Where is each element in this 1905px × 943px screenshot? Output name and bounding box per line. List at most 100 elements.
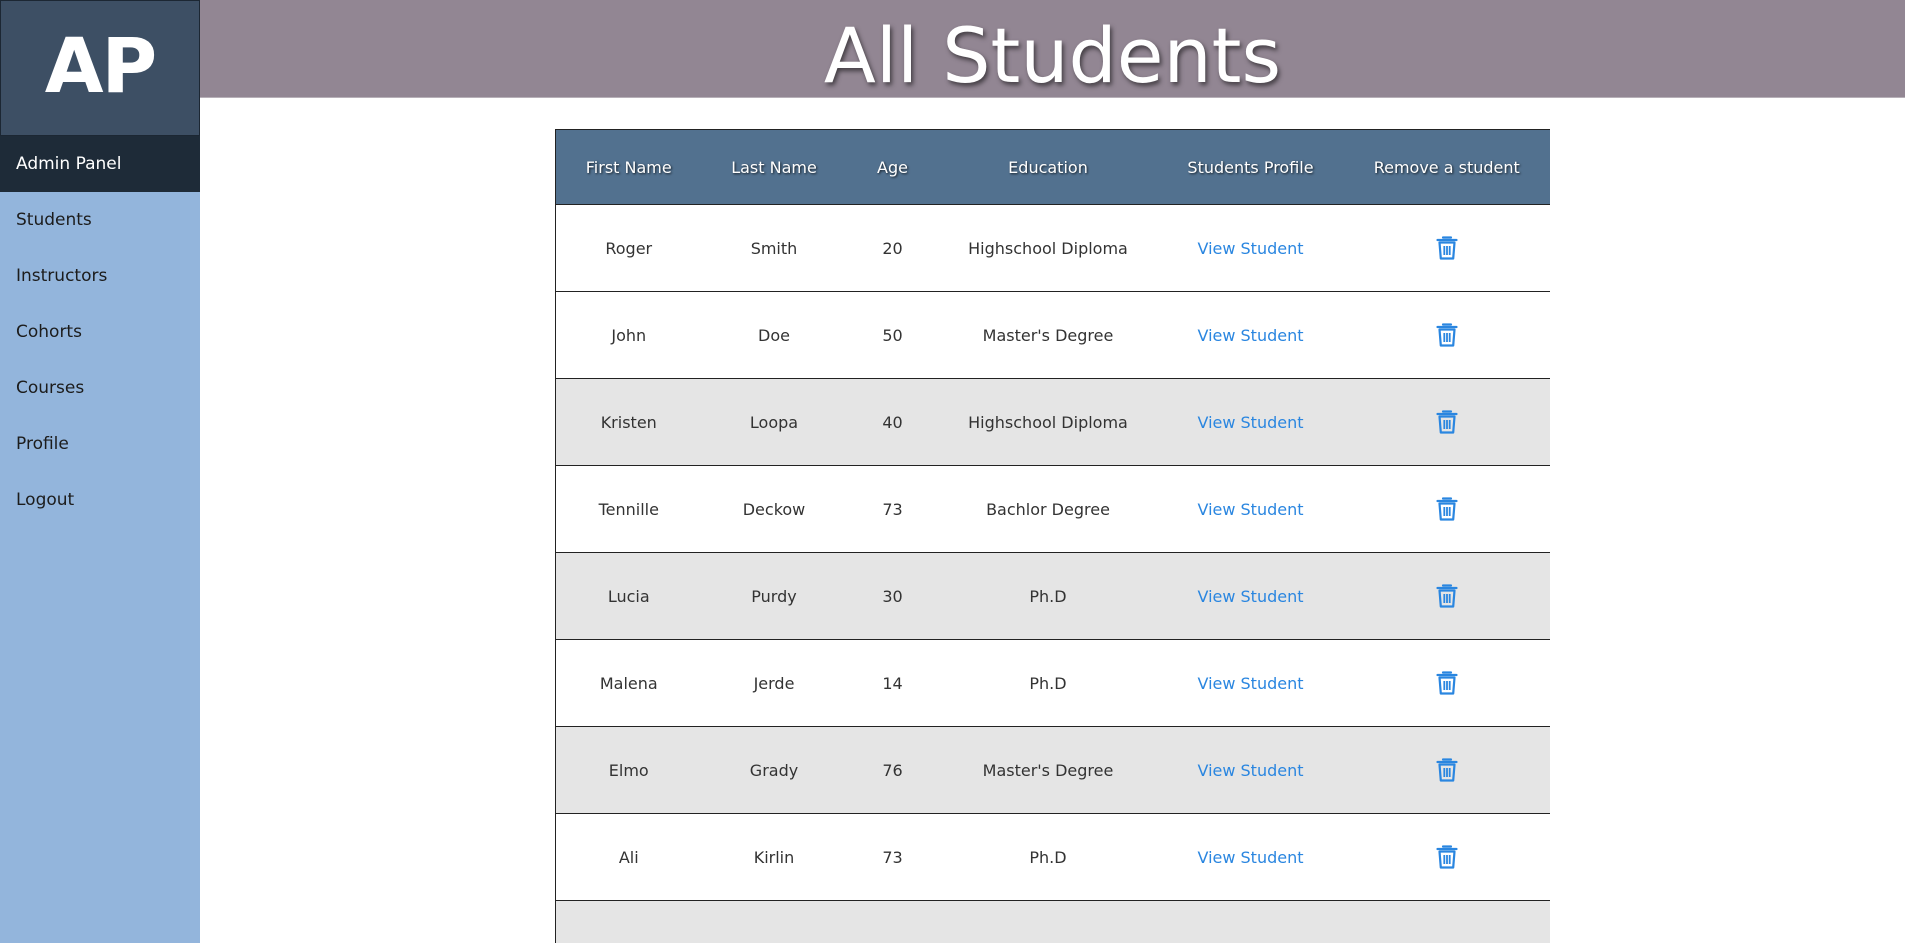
cell-first-name: Elmo: [608, 760, 649, 780]
cell-profile: View Student: [1158, 379, 1344, 466]
cell-remove: [1344, 814, 1551, 901]
table-row: Lucia Purdy 30 Ph.D View Student: [555, 552, 1551, 640]
cell-last-name: Doe: [758, 325, 790, 345]
sidebar-item-logout[interactable]: Logout: [0, 472, 200, 528]
view-student-link[interactable]: View Student: [1197, 239, 1303, 258]
cell-remove: [1344, 466, 1551, 553]
cell-education: Bachlor Degree: [986, 499, 1110, 519]
cell-profile: View Student: [1158, 640, 1344, 727]
sidebar-item-label: Logout: [16, 490, 75, 510]
cell-first-name: Ali: [618, 847, 639, 867]
cell-education: Ph.D: [1029, 586, 1067, 606]
sidebar-item-courses[interactable]: Courses: [0, 360, 200, 416]
sidebar-item-label: Instructors: [16, 266, 108, 286]
column-header-age: Age: [846, 129, 939, 205]
cell-first-name: Tennille: [598, 499, 659, 519]
cell-profile: View Student: [1158, 814, 1344, 901]
sidebar-item-cohorts[interactable]: Cohorts: [0, 304, 200, 360]
view-student-link[interactable]: View Student: [1197, 848, 1303, 867]
view-student-link[interactable]: View Student: [1197, 761, 1303, 780]
column-header-remove-student: Remove a student: [1343, 129, 1550, 205]
page-header: All Students: [200, 0, 1905, 100]
cell-remove: [1344, 205, 1551, 292]
sidebar-item-label: Students: [16, 210, 92, 230]
view-student-link[interactable]: View Student: [1197, 326, 1303, 345]
column-header-first-name: First Name: [555, 129, 702, 205]
table-row: [555, 900, 1551, 943]
cell-profile: View Student: [1158, 205, 1344, 292]
cell-age: 73: [882, 847, 903, 867]
sidebar-item-profile[interactable]: Profile: [0, 416, 200, 472]
trash-icon[interactable]: [1436, 670, 1458, 696]
cell-remove: [1344, 553, 1551, 640]
view-student-link[interactable]: View Student: [1197, 674, 1303, 693]
table-row: Elmo Grady 76 Master's Degree View Student: [555, 726, 1551, 814]
cell-age: 30: [882, 586, 903, 606]
column-header-students-profile: Students Profile: [1157, 129, 1344, 205]
cell-age: 20: [882, 238, 903, 258]
trash-icon[interactable]: [1436, 409, 1458, 435]
trash-icon[interactable]: [1436, 757, 1458, 783]
cell-last-name: Grady: [749, 760, 799, 780]
trash-icon[interactable]: [1436, 583, 1458, 609]
cell-remove: [1344, 727, 1551, 814]
view-student-link[interactable]: View Student: [1197, 413, 1303, 432]
students-table: First Name Last Name Age Education Stude…: [555, 129, 1550, 943]
table-row-partial: [556, 901, 1551, 943]
table-header-row: First Name Last Name Age Education Stude…: [555, 129, 1550, 205]
trash-icon[interactable]: [1436, 496, 1458, 522]
cell-profile: View Student: [1158, 727, 1344, 814]
cell-remove: [1344, 640, 1551, 727]
trash-icon[interactable]: [1436, 322, 1458, 348]
cell-last-name: Smith: [750, 238, 798, 258]
trash-icon[interactable]: [1436, 235, 1458, 261]
cell-age: 14: [882, 673, 903, 693]
page-title: All Students: [823, 11, 1282, 100]
cell-last-name: Loopa: [749, 412, 799, 432]
cell-last-name: Jerde: [753, 673, 795, 693]
cell-remove: [1344, 292, 1551, 379]
cell-first-name: Roger: [605, 238, 653, 258]
sidebar-nav: Admin Panel Students Instructors Cohorts…: [0, 136, 200, 528]
cell-first-name: Kristen: [600, 412, 657, 432]
cell-last-name: Kirlin: [753, 847, 795, 867]
sidebar-item-students[interactable]: Students: [0, 192, 200, 248]
sidebar-item-label: Profile: [16, 434, 69, 454]
cell-age: 50: [882, 325, 903, 345]
cell-profile: View Student: [1158, 553, 1344, 640]
table-row: Tennille Deckow 73 Bachlor Degree View Stude…: [555, 466, 1551, 553]
table-header: First Name Last Name Age Education Stude…: [555, 129, 1550, 205]
column-header-education: Education: [938, 129, 1158, 205]
table-row: Malena Jerde 14 Ph.D View Student: [555, 640, 1551, 727]
cell-last-name: Deckow: [742, 499, 806, 519]
cell-education: Highschool Diploma: [968, 238, 1128, 258]
table-row: John Doe 50 Master's Degree View Student: [555, 292, 1551, 379]
cell-first-name: Lucia: [607, 586, 650, 606]
cell-education: Ph.D: [1029, 673, 1067, 693]
column-header-last-name: Last Name: [701, 129, 847, 205]
cell-education: Master's Degree: [982, 760, 1114, 780]
cell-profile: View Student: [1158, 292, 1344, 379]
cell-profile: View Student: [1158, 466, 1344, 553]
table-row: Roger Smith 20 Highschool Diploma View Stude…: [555, 205, 1551, 292]
sidebar: AP Admin Panel Students Instructors Coho…: [0, 0, 200, 943]
sidebar-item-label: Admin Panel: [16, 154, 122, 174]
view-student-link[interactable]: View Student: [1197, 500, 1303, 519]
students-table-container: First Name Last Name Age Education Stude…: [555, 129, 1550, 943]
view-student-link[interactable]: View Student: [1197, 587, 1303, 606]
sidebar-item-admin-panel[interactable]: Admin Panel: [0, 136, 200, 192]
logo-text: AP: [44, 20, 158, 110]
table-row: Ali Kirlin 73 Ph.D View Student: [555, 814, 1551, 901]
cell-education: Ph.D: [1029, 847, 1067, 867]
cell-last-name: Purdy: [751, 586, 797, 606]
cell-remove: [1344, 379, 1551, 466]
sidebar-item-instructors[interactable]: Instructors: [0, 248, 200, 304]
sidebar-item-label: Cohorts: [16, 322, 82, 342]
cell-age: 76: [882, 760, 903, 780]
cell-education: Highschool Diploma: [968, 412, 1128, 432]
cell-education: Master's Degree: [982, 325, 1114, 345]
trash-icon[interactable]: [1436, 844, 1458, 870]
logo: AP: [0, 0, 200, 136]
cell-age: 40: [882, 412, 903, 432]
table-body: Roger Smith 20 Highschool Diploma View Stude…: [555, 205, 1551, 943]
